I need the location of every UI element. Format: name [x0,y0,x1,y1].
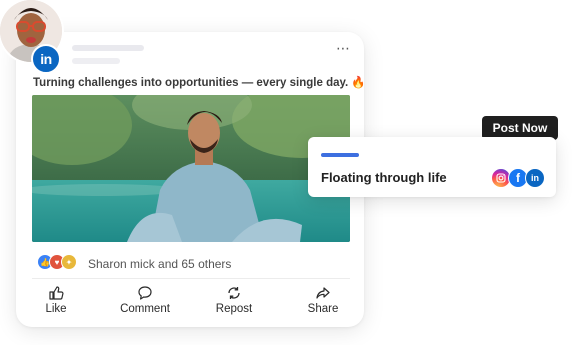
instagram-glyph [496,173,506,183]
author-meta-placeholder [72,58,120,64]
thumbs-up-icon [49,286,64,300]
like-label: Like [45,303,67,315]
comment-label: Comment [120,303,170,315]
comment-icon [138,286,152,300]
linkedin-share-icon[interactable]: in [525,168,545,188]
insightful-reaction-icon: ✦ [61,254,77,270]
author-name-placeholder [72,45,144,51]
divider [32,278,350,279]
repost-button[interactable]: Repost [199,285,269,315]
post-photo [32,95,350,242]
linkedin-icon: in [31,44,61,74]
comment-button[interactable]: Comment [110,285,180,315]
reactions-count[interactable]: Sharon mick and 65 others [88,257,231,271]
scheduled-post-title: Floating through life [321,170,447,185]
accent-bar [321,153,359,157]
scheduled-post-card[interactable]: Floating through life f in [308,137,556,197]
more-options-icon[interactable]: ⋯ [336,40,351,57]
share-label: Share [307,303,339,315]
post-image[interactable] [32,95,350,242]
share-button[interactable]: Share [288,285,358,315]
linkedin-badge-text: in [40,51,52,67]
repost-label: Repost [215,303,253,315]
reactions-icons[interactable]: 👍 ♥ ✦ [37,254,77,270]
repost-icon [228,287,240,299]
post-caption: Turning challenges into opportunities — … [33,77,366,89]
share-icon [316,287,330,299]
like-button[interactable]: Like [21,285,91,315]
